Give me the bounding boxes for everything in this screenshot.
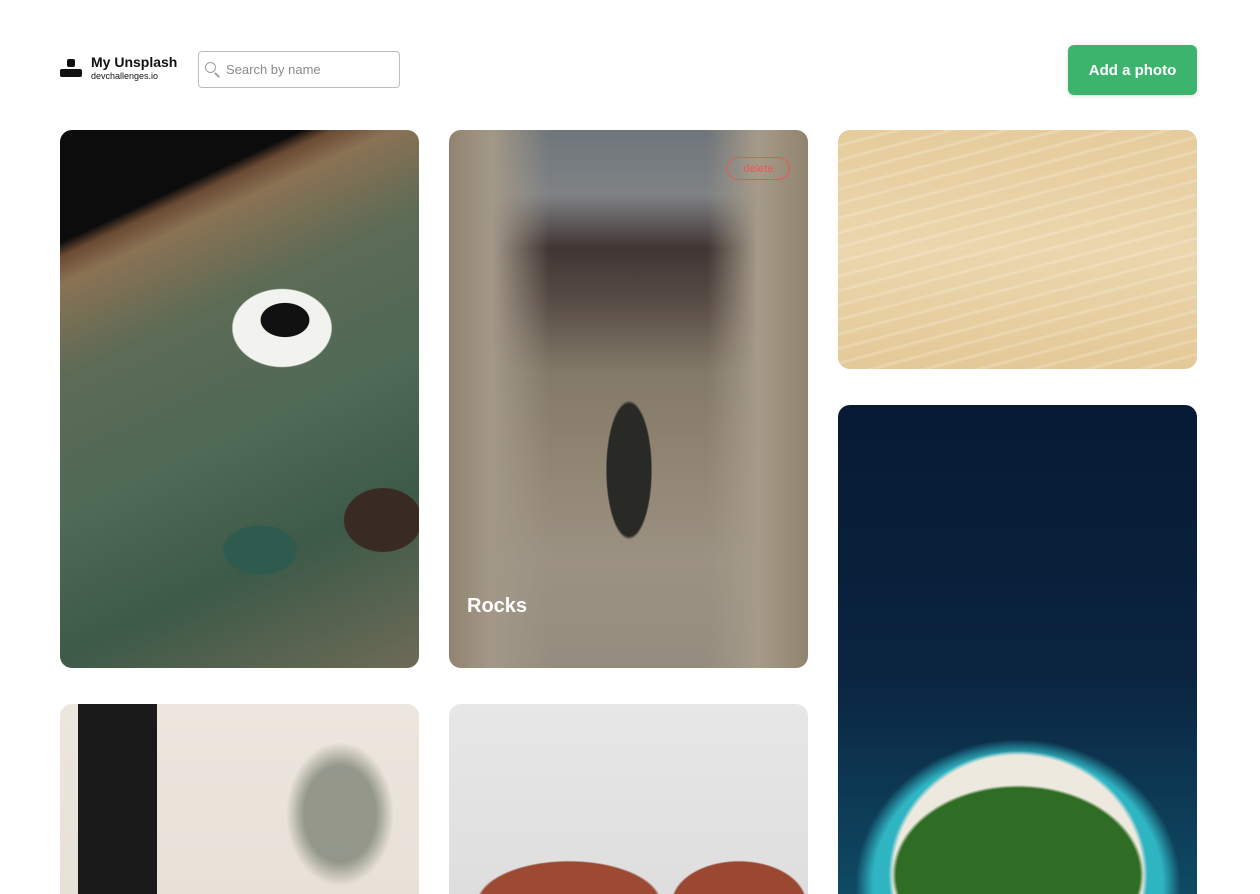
logo-title: My Unsplash bbox=[91, 54, 178, 70]
search-input[interactable] bbox=[226, 62, 386, 77]
logo-subtitle: devchallenges.io bbox=[91, 71, 159, 81]
user-icon bbox=[60, 57, 82, 79]
search-box[interactable] bbox=[198, 51, 400, 88]
logo[interactable]: My Unsplash devchallenges.io bbox=[60, 55, 177, 81]
top-bar: My Unsplash devchallenges.io Add a photo bbox=[60, 45, 1197, 95]
photo-card-desert[interactable] bbox=[838, 130, 1197, 369]
photo-card-bags[interactable] bbox=[449, 704, 808, 894]
photo-card-rocks[interactable]: delete Rocks bbox=[449, 130, 808, 668]
photo-card-room-plants[interactable] bbox=[60, 704, 419, 894]
photo-hover-overlay bbox=[449, 130, 808, 668]
delete-button[interactable]: delete bbox=[727, 157, 790, 180]
photo-label: Rocks bbox=[467, 595, 528, 617]
photo-card-coast[interactable] bbox=[838, 405, 1197, 894]
search-icon bbox=[205, 61, 221, 78]
photo-card-coffee-map[interactable] bbox=[60, 130, 419, 668]
add-photo-button[interactable]: Add a photo bbox=[1068, 45, 1197, 95]
